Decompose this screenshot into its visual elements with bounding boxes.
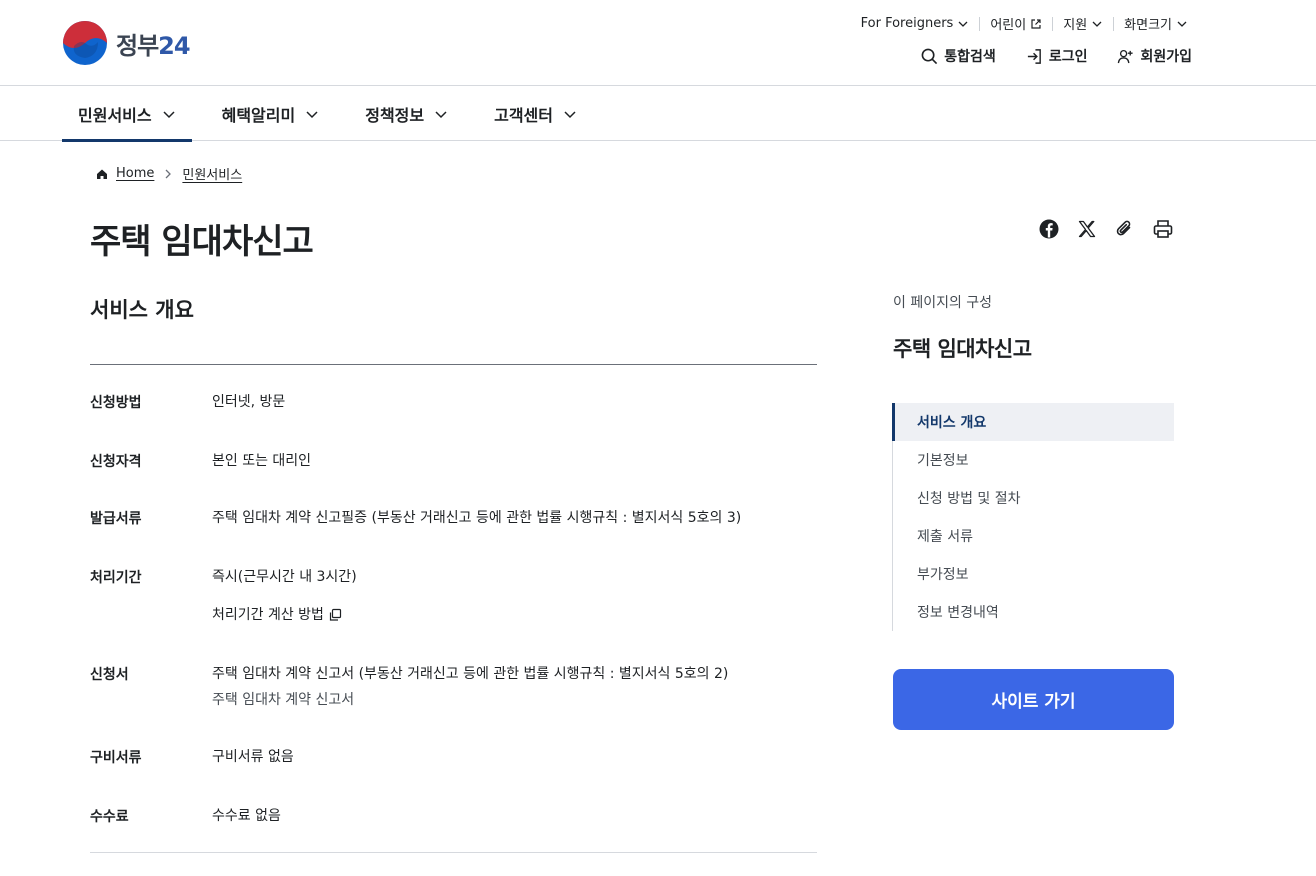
utility-menu: For Foreigners 어린이 지원 화면크기 xyxy=(861,14,1198,33)
info-value: 수수료 없음 xyxy=(212,808,281,824)
info-row-issued-doc: 발급서류 주택 임대차 계약 신고필증 (부동산 거래신고 등에 관한 법률 시… xyxy=(90,508,741,528)
info-value: 인터넷, 방문 xyxy=(212,394,286,410)
logo[interactable]: 정부24 xyxy=(62,20,191,66)
util-support[interactable]: 지원 xyxy=(1053,14,1113,33)
chevron-right-icon xyxy=(165,169,172,178)
gov-emblem-icon xyxy=(63,21,107,65)
add-user-icon xyxy=(1118,49,1134,63)
info-row-period: 처리기간 즉시(근무시간 내 3시간) 처리기간 계산 방법 xyxy=(90,567,357,625)
toc-item-change-history[interactable]: 정보 변경내역 xyxy=(893,593,1174,631)
copy-link-button[interactable] xyxy=(1114,218,1136,240)
toc-item-procedure[interactable]: 신청 방법 및 절차 xyxy=(893,479,1174,517)
nav-benefits[interactable]: 혜택알리미 xyxy=(206,86,336,141)
chevron-down-icon xyxy=(564,110,576,118)
x-share-button[interactable] xyxy=(1076,218,1098,240)
logo-text: 정부24 xyxy=(116,31,191,60)
nav-civil-service[interactable]: 민원서비스 xyxy=(62,86,192,142)
search-icon xyxy=(921,48,938,64)
info-row-fee: 수수료 수수료 없음 xyxy=(90,806,281,826)
toc-item-documents[interactable]: 제출 서류 xyxy=(893,517,1174,555)
toc-item-basic-info[interactable]: 기본정보 xyxy=(893,441,1174,479)
nav-customer-center[interactable]: 고객센터 xyxy=(478,86,593,141)
info-value: 즉시(근무시간 내 3시간) 처리기간 계산 방법 xyxy=(212,567,357,625)
period-calc-link[interactable]: 처리기간 계산 방법 xyxy=(212,605,357,625)
side-caption: 이 페이지의 구성 xyxy=(893,295,993,311)
period-text: 즉시(근무시간 내 3시간) xyxy=(212,569,357,585)
facebook-share-button[interactable] xyxy=(1038,218,1060,240)
breadcrumb: Home 민원서비스 xyxy=(96,164,242,183)
util-screen-size[interactable]: 화면크기 xyxy=(1114,14,1198,33)
nav-policy[interactable]: 정책정보 xyxy=(349,86,464,141)
chevron-down-icon xyxy=(435,110,447,118)
print-button[interactable] xyxy=(1152,218,1174,240)
info-label: 수수료 xyxy=(90,809,129,825)
paperclip-icon xyxy=(1116,220,1131,236)
toc-item-extra-info[interactable]: 부가정보 xyxy=(893,555,1174,593)
site-header: 정부24 For Foreigners 어린이 지원 화면크기 통합검색 로그인… xyxy=(0,0,1316,86)
toc-item-overview[interactable]: 서비스 개요 xyxy=(892,403,1174,441)
util-kids[interactable]: 어린이 xyxy=(980,14,1052,33)
search-button[interactable]: 통합검색 xyxy=(921,46,996,66)
home-icon xyxy=(97,169,107,179)
info-label: 신청방법 xyxy=(90,395,142,411)
info-label: 구비서류 xyxy=(90,750,142,766)
form-text: 주택 임대차 계약 신고서 (부동산 거래신고 등에 관한 법률 시행규칙 : … xyxy=(212,666,729,682)
info-value: 주택 임대차 계약 신고필증 (부동산 거래신고 등에 관한 법률 시행규칙 :… xyxy=(212,510,742,526)
share-tools xyxy=(1038,218,1174,240)
info-row-form: 신청서 주택 임대차 계약 신고서 (부동산 거래신고 등에 관한 법률 시행규… xyxy=(90,664,728,710)
chevron-down-icon xyxy=(163,110,175,118)
signup-button[interactable]: 회원가입 xyxy=(1117,46,1192,66)
info-row-method: 신청방법 인터넷, 방문 xyxy=(90,392,285,412)
info-value: 본인 또는 대리인 xyxy=(212,453,312,469)
x-icon xyxy=(1078,220,1096,238)
breadcrumb-home[interactable]: Home xyxy=(116,166,154,181)
header-actions: 통합검색 로그인 회원가입 xyxy=(921,46,1192,66)
main-navigation: 민원서비스 혜택알리미 정책정보 고객센터 xyxy=(0,86,1316,142)
section-title: 서비스 개요 xyxy=(90,298,194,322)
info-value: 주택 임대차 계약 신고서 (부동산 거래신고 등에 관한 법률 시행규칙 : … xyxy=(212,664,728,710)
info-label: 신청자격 xyxy=(90,454,142,470)
info-value: 구비서류 없음 xyxy=(212,749,294,765)
print-icon xyxy=(1153,220,1173,238)
chevron-down-icon xyxy=(1092,21,1102,27)
util-foreigners[interactable]: For Foreigners xyxy=(861,16,980,31)
info-label: 신청서 xyxy=(90,667,129,683)
info-row-eligibility: 신청자격 본인 또는 대리인 xyxy=(90,451,311,471)
chevron-down-icon xyxy=(958,21,968,27)
form-sub-text: 주택 임대차 계약 신고서 xyxy=(212,692,355,708)
info-label: 처리기간 xyxy=(90,570,142,586)
info-row-required: 구비서류 구비서류 없음 xyxy=(90,747,294,767)
page-toc: 서비스 개요 기본정보 신청 방법 및 절차 제출 서류 부가정보 정보 변경내… xyxy=(892,403,1174,631)
service-overview-table: 신청방법 인터넷, 방문 신청자격 본인 또는 대리인 발급서류 주택 임대차 … xyxy=(90,364,817,853)
popup-icon xyxy=(329,608,342,621)
go-to-site-button[interactable]: 사이트 가기 xyxy=(893,669,1174,730)
external-link-icon xyxy=(1031,18,1041,29)
chevron-down-icon xyxy=(1177,21,1187,27)
login-button[interactable]: 로그인 xyxy=(1026,46,1087,66)
page-title: 주택 임대차신고 xyxy=(90,222,314,262)
chevron-down-icon xyxy=(306,110,318,118)
breadcrumb-current[interactable]: 민원서비스 xyxy=(182,164,242,183)
side-title: 주택 임대차신고 xyxy=(893,337,1032,361)
login-icon xyxy=(1027,48,1041,64)
facebook-icon xyxy=(1039,219,1059,239)
info-label: 발급서류 xyxy=(90,511,142,527)
